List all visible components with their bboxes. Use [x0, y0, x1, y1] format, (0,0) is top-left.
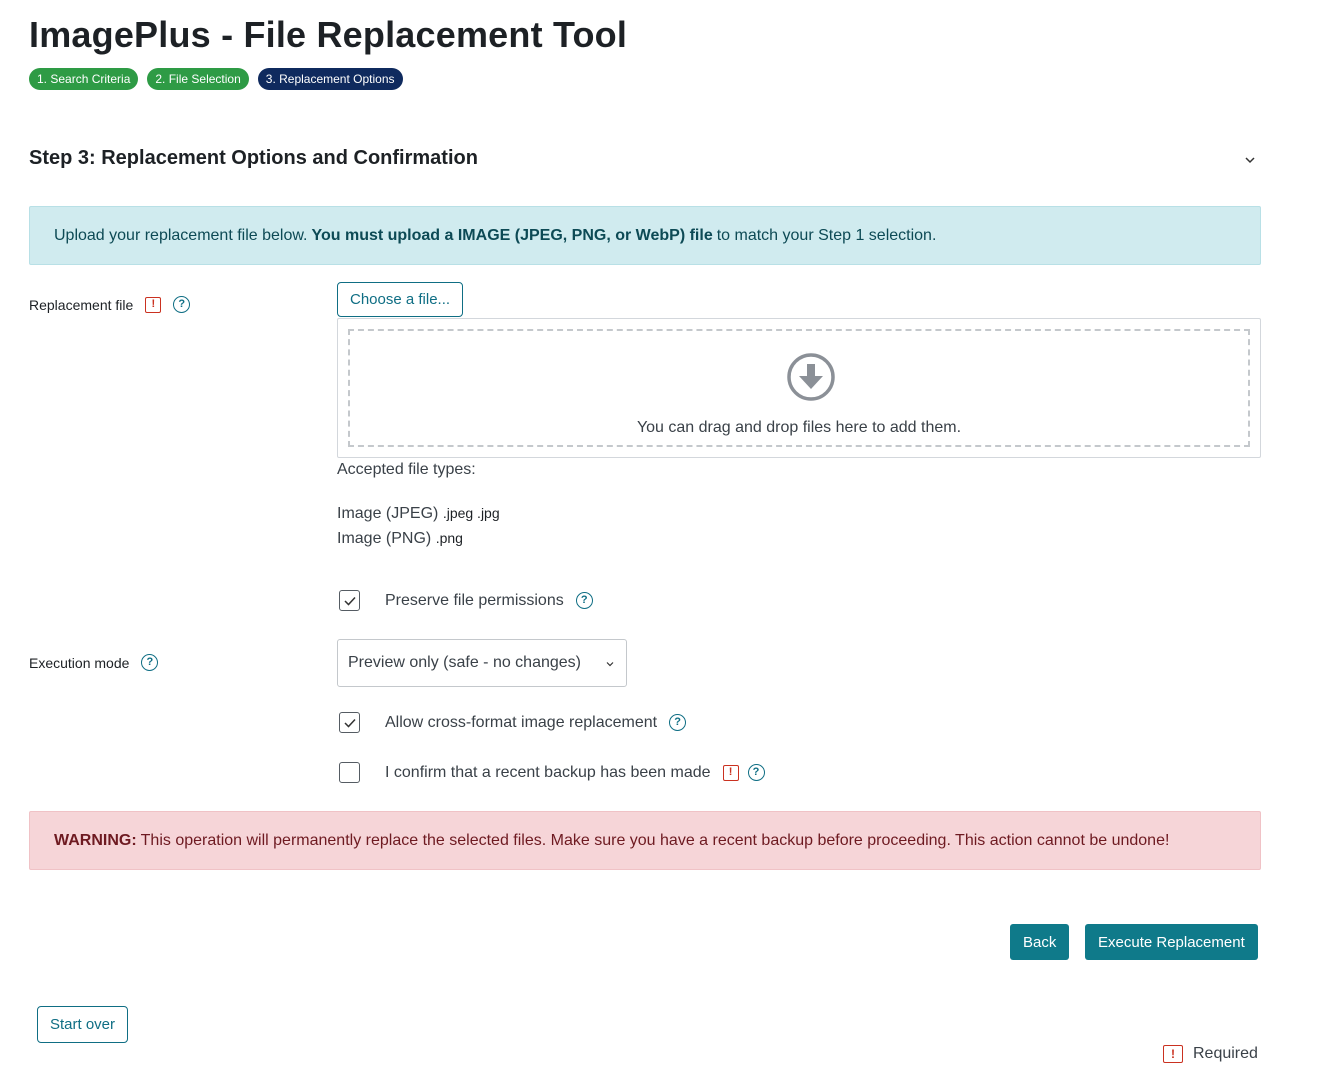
check-icon [343, 596, 356, 606]
accepted-type-item: Image (JPEG) .jpeg .jpg [337, 505, 500, 522]
step-badge-file-selection: 2. File Selection [147, 68, 249, 90]
execute-replacement-button[interactable]: Execute Replacement [1085, 924, 1258, 960]
warning-text: This operation will permanently replace … [140, 831, 1170, 849]
step-badge-search-criteria: 1. Search Criteria [29, 68, 139, 90]
accepted-types-title: Accepted file types: [337, 461, 476, 478]
help-icon[interactable]: ? [575, 592, 593, 609]
replacement-file-label-row: Replacement file ! ? [29, 296, 191, 313]
execution-mode-label-row: Execution mode ? [29, 654, 159, 671]
preserve-permissions-checkbox[interactable] [339, 590, 360, 611]
preserve-permissions-row: Preserve file permissions ? [337, 590, 593, 611]
download-arrow-icon [786, 352, 836, 407]
help-icon[interactable]: ? [173, 296, 191, 313]
chevron-down-icon [604, 657, 616, 675]
help-icon[interactable]: ? [747, 764, 765, 781]
replacement-file-label: Replacement file [29, 296, 134, 313]
warning-strong: WARNING: [54, 831, 137, 849]
required-icon: ! [145, 296, 162, 313]
backup-confirm-checkbox[interactable] [339, 762, 360, 783]
back-button[interactable]: Back [1010, 924, 1070, 960]
info-alert: Upload your replacement file below. You … [29, 206, 1261, 265]
required-icon: ! [1163, 1045, 1183, 1063]
file-dropzone[interactable]: You can drag and drop files here to add … [337, 318, 1261, 458]
info-alert-bold: You must upload a IMAGE (JPEG, PNG, or W… [311, 226, 713, 244]
backup-confirm-label: I confirm that a recent backup has been … [385, 763, 711, 781]
page-title: ImagePlus - File Replacement Tool [29, 14, 628, 55]
step-badge-replacement-options: 3. Replacement Options [257, 68, 403, 90]
help-icon[interactable]: ? [669, 714, 687, 731]
section-title: Step 3: Replacement Options and Confirma… [29, 147, 478, 169]
backup-confirm-row: I confirm that a recent backup has been … [337, 762, 765, 783]
required-legend: ! Required [1163, 1045, 1258, 1063]
cross-format-row: Allow cross-format image replacement ? [337, 712, 687, 733]
execution-mode-label: Execution mode [29, 654, 130, 671]
required-icon: ! [722, 764, 739, 781]
help-icon[interactable]: ? [141, 654, 159, 671]
warning-alert: WARNING: This operation will permanently… [29, 811, 1261, 870]
info-alert-prefix: Upload your replacement file below. [54, 226, 308, 244]
accepted-type-item: Image (PNG) .png [337, 530, 463, 547]
step-progress: 1. Search Criteria 2. File Selection 3. … [29, 68, 403, 90]
execution-mode-select[interactable]: Preview only (safe - no changes) [337, 639, 627, 687]
start-over-button[interactable]: Start over [37, 1006, 129, 1043]
execution-mode-value: Preview only (safe - no changes) [348, 654, 581, 671]
dropzone-text: You can drag and drop files here to add … [636, 419, 962, 436]
accepted-types-list: Image (JPEG) .jpeg .jpg Image (PNG) .png [337, 501, 500, 551]
cross-format-label: Allow cross-format image replacement [385, 713, 658, 731]
choose-file-button[interactable]: Choose a file... [337, 282, 464, 317]
cross-format-checkbox[interactable] [339, 712, 360, 733]
preserve-permissions-label: Preserve file permissions [385, 591, 564, 609]
required-legend-label: Required [1193, 1045, 1258, 1062]
info-alert-suffix: to match your Step 1 selection. [716, 226, 937, 244]
check-icon [343, 718, 356, 728]
collapse-chevron-icon[interactable] [1240, 150, 1260, 170]
